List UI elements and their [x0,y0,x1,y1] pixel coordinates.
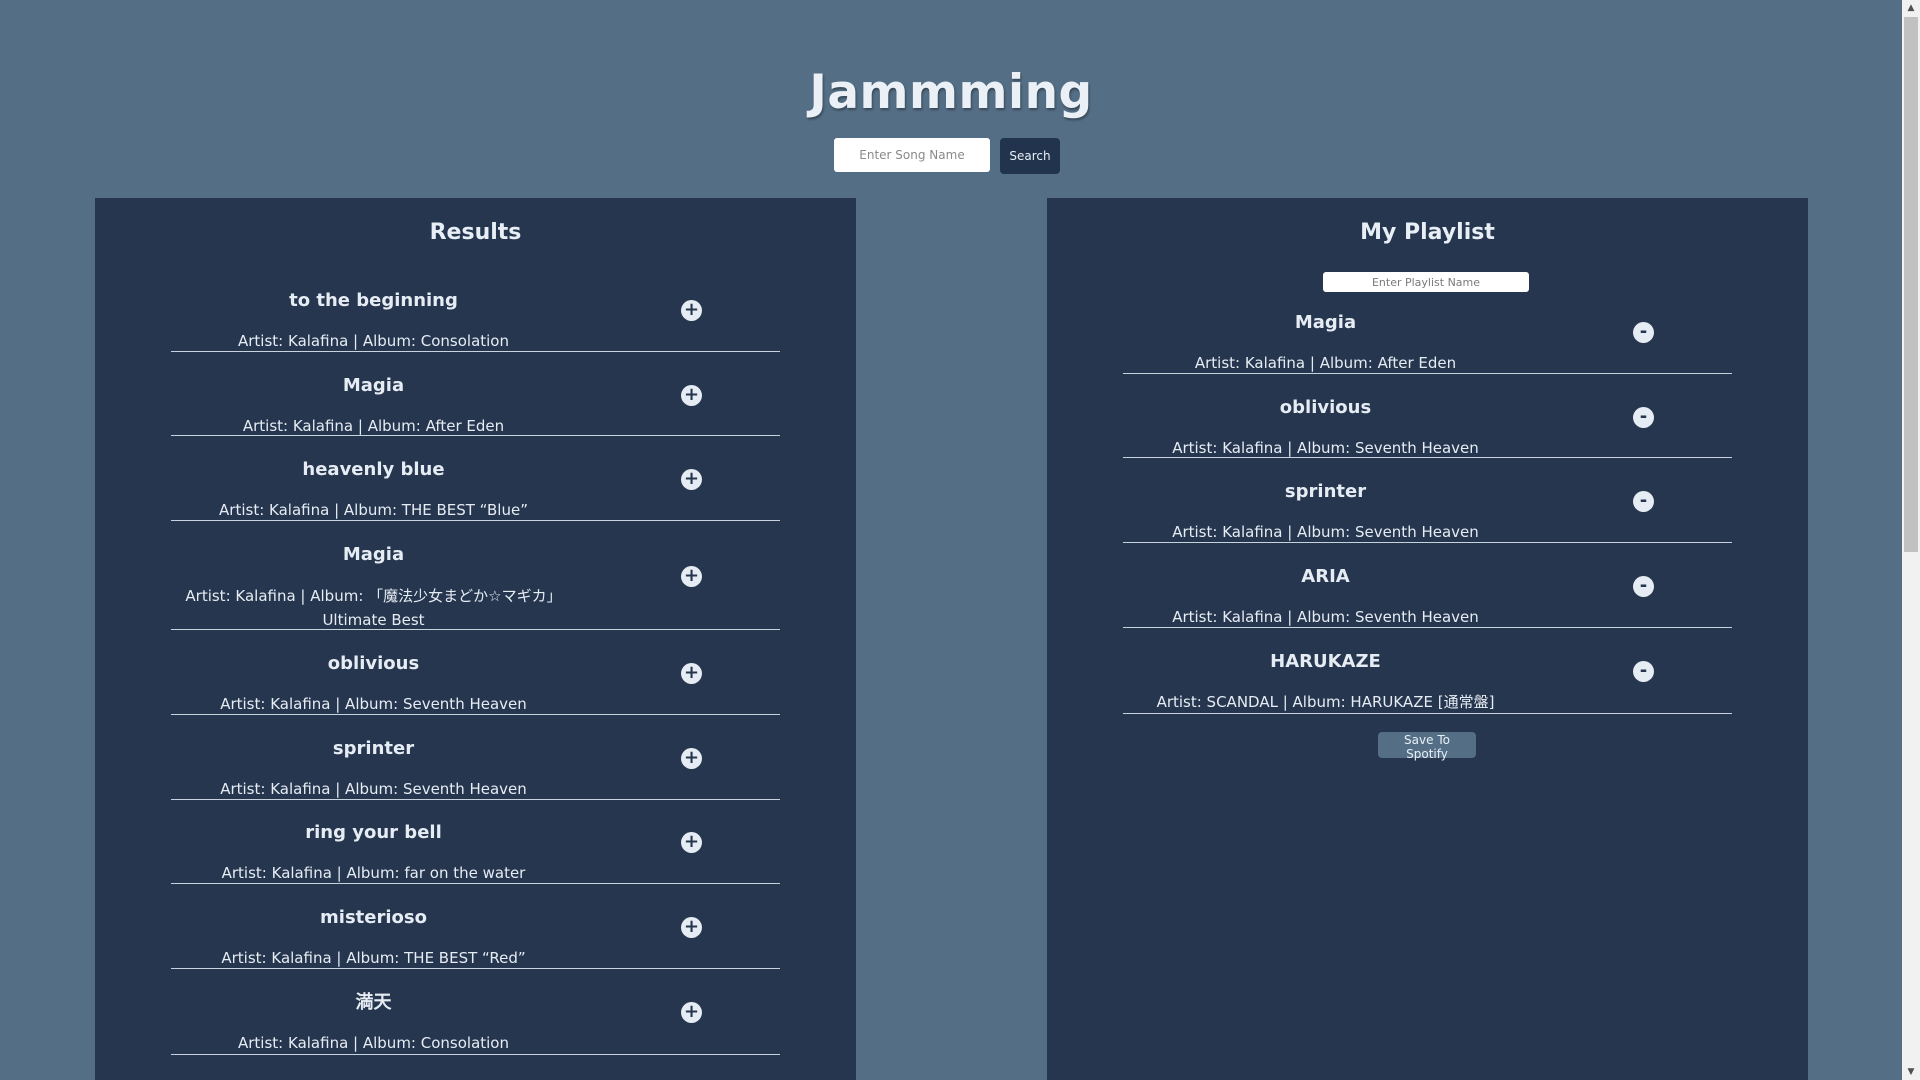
add-track-icon[interactable]: + [681,300,702,321]
remove-track-icon[interactable]: - [1633,661,1654,682]
track-info: heavenly blue Artist: Kalafina | Album: T… [171,457,576,522]
search-input[interactable] [834,138,990,172]
track-name: HARUKAZE [1270,651,1381,672]
track-row: oblivious Artist: Kalafina | Album: Seven… [1123,395,1732,458]
app-root: Jammming Search Results to the beginning… [0,0,1920,1080]
save-to-spotify-button[interactable]: Save To Spotify [1378,732,1476,761]
app-title: Jammming [809,65,1093,121]
track-meta: Artist: Kalafina | Album: 「魔法少女まどか☆マギカ」 … [185,587,562,629]
track-row: to the beginning Artist: Kalafina | Album… [171,288,780,352]
track-info: to the beginning Artist: Kalafina | Album… [171,288,576,353]
track-info: oblivious Artist: Kalafina | Album: Seven… [1123,395,1528,460]
track-name: oblivious [327,653,420,674]
track-meta: Artist: Kalafina | Album: far on the wat… [221,864,526,882]
track-meta: Artist: Kalafina | Album: Consolation [238,332,509,350]
add-track-icon[interactable]: + [681,832,702,853]
add-track-icon[interactable]: + [681,469,702,490]
page-scrollbar[interactable]: ▲ ▼ [1902,0,1920,1080]
search-button[interactable]: Search [1000,138,1060,174]
track-name: misterioso [320,907,427,928]
track-info: ARIA Artist: Kalafina | Album: Seventh He… [1123,564,1528,629]
track-info: oblivious Artist: Kalafina | Album: Seven… [171,651,576,716]
results-panel: Results to the beginning Artist: Kalafina… [95,198,856,1080]
track-meta: Artist: Kalafina | Album: THE BEST “Red” [221,949,526,967]
results-title: Results [429,220,522,245]
track-meta: Artist: Kalafina | Album: Seventh Heaven [220,695,527,713]
scroll-thumb[interactable] [1904,17,1918,552]
track-meta: Artist: Kalafina | Album: Seventh Heaven [1172,608,1479,626]
track-row: Magia Artist: Kalafina | Album: After Ede… [171,373,780,436]
track-name: 満天 [355,992,392,1013]
scroll-down-arrow-icon[interactable]: ▼ [1902,1064,1920,1080]
add-track-icon[interactable]: + [681,1002,702,1023]
track-row: ARIA Artist: Kalafina | Album: Seventh He… [1123,564,1732,628]
playlist-title: My Playlist [1360,220,1495,245]
scroll-up-arrow-icon[interactable]: ▲ [1902,0,1920,16]
add-track-icon[interactable]: + [681,663,702,684]
track-row: heavenly blue Artist: Kalafina | Album: T… [171,457,780,521]
track-meta: Artist: Kalafina | Album: THE BEST “Blue… [219,501,528,519]
track-info: sprinter Artist: Kalafina | Album: Sevent… [171,736,576,801]
track-row: Magia Artist: Kalafina | Album: After Ede… [1123,310,1732,374]
track-meta: Artist: Kalafina | Album: Consolation [238,1034,509,1052]
track-meta: Artist: Kalafina | Album: Seventh Heaven [220,780,527,798]
track-name: sprinter [1284,481,1367,502]
track-info: sprinter Artist: Kalafina | Album: Sevent… [1123,479,1528,544]
track-name: Magia [1294,312,1357,333]
add-track-icon[interactable]: + [681,566,702,587]
add-track-icon[interactable]: + [681,748,702,769]
track-meta: Artist: Kalafina | Album: After Eden [242,417,505,435]
track-row: Magia Artist: Kalafina | Album: 「魔法少女まどか☆… [171,542,780,630]
track-row: ring your bell Artist: Kalafina | Album: … [171,820,780,884]
track-name: Magia [342,544,405,565]
track-name: to the beginning [289,290,458,311]
track-info: HARUKAZE Artist: SCANDAL | Album: HARUKAZ… [1123,649,1528,714]
track-info: Magia Artist: Kalafina | Album: After Ede… [171,373,576,438]
remove-track-icon[interactable]: - [1633,491,1654,512]
track-row: misterioso Artist: Kalafina | Album: THE … [171,905,780,969]
track-row: 満天 Artist: Kalafina | Album: Consolation + [171,990,780,1055]
remove-track-icon[interactable]: - [1633,407,1654,428]
track-meta: Artist: Kalafina | Album: Seventh Heaven [1172,439,1479,457]
remove-track-icon[interactable]: - [1633,576,1654,597]
track-name: Magia [342,375,405,396]
track-row: sprinter Artist: Kalafina | Album: Sevent… [171,736,780,800]
search-bar: Search [834,138,1060,174]
playlist-name-input[interactable] [1323,272,1529,292]
track-name: ring your bell [305,822,442,843]
track-info: Magia Artist: Kalafina | Album: 「魔法少女まどか☆… [171,542,576,632]
track-meta: Artist: Kalafina | Album: After Eden [1194,354,1457,372]
track-info: misterioso Artist: Kalafina | Album: THE … [171,905,576,970]
track-info: Magia Artist: Kalafina | Album: After Ede… [1123,310,1528,375]
track-name: ARIA [1301,566,1350,587]
track-meta: Artist: Kalafina | Album: Seventh Heaven [1172,523,1479,541]
track-info: ring your bell Artist: Kalafina | Album: … [171,820,576,885]
track-row: oblivious Artist: Kalafina | Album: Seven… [171,651,780,715]
playlist-panel: My Playlist Magia Artist: Kalafina | Albu… [1047,198,1808,1080]
track-name: oblivious [1279,397,1372,418]
add-track-icon[interactable]: + [681,385,702,406]
add-track-icon[interactable]: + [681,917,702,938]
track-meta: Artist: SCANDAL | Album: HARUKAZE [通常盤] [1156,693,1495,711]
remove-track-icon[interactable]: - [1633,322,1654,343]
track-name: sprinter [332,738,415,759]
track-info: 満天 Artist: Kalafina | Album: Consolation [171,990,576,1055]
track-row: HARUKAZE Artist: SCANDAL | Album: HARUKAZ… [1123,649,1732,714]
track-row: sprinter Artist: Kalafina | Album: Sevent… [1123,479,1732,543]
track-name: heavenly blue [302,459,445,480]
